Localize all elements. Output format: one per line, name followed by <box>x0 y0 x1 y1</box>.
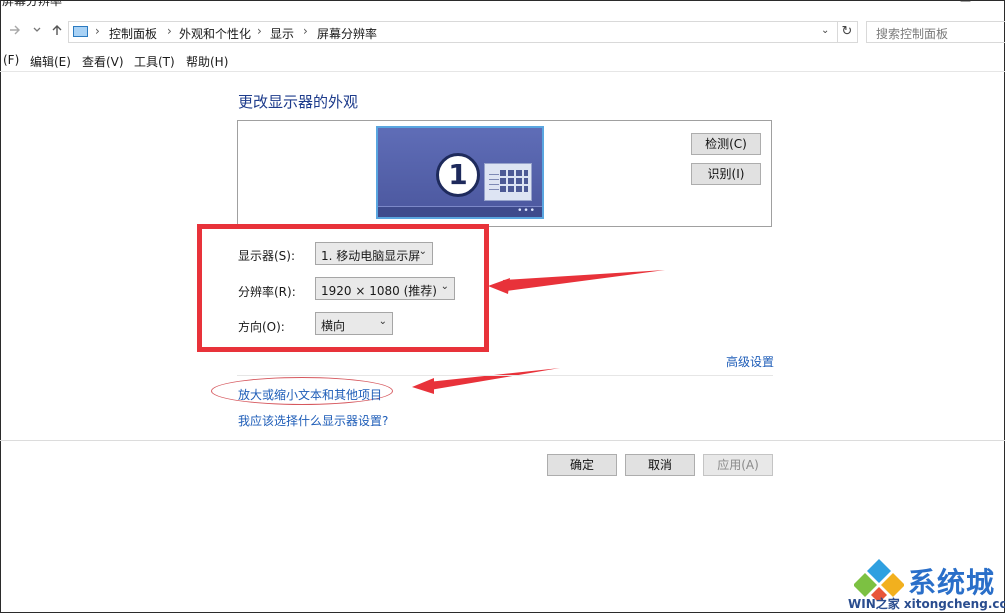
watermark-url: WIN之家 xitongcheng.com <box>848 597 1005 611</box>
divider <box>0 440 1005 441</box>
apply-button[interactable]: 应用(A) <box>703 454 773 476</box>
annotation-arrow-text-size <box>428 368 560 390</box>
annotation-arrowhead-resolution <box>488 278 510 294</box>
ok-button[interactable]: 确定 <box>547 454 617 476</box>
help-link[interactable]: 我应该选择什么显示器设置? <box>238 412 388 429</box>
annotation-arrow-resolution <box>503 270 665 291</box>
watermark-logo: 系统城 WIN之家 xitongcheng.com <box>848 555 1005 613</box>
annotation-arrows <box>412 270 665 394</box>
divider <box>237 375 773 376</box>
cancel-button[interactable]: 取消 <box>625 454 695 476</box>
advanced-settings-link[interactable]: 高级设置 <box>726 353 774 370</box>
annotation-arrowhead-text-size <box>412 378 434 394</box>
text-size-link[interactable]: 放大或缩小文本和其他项目 <box>238 386 382 403</box>
